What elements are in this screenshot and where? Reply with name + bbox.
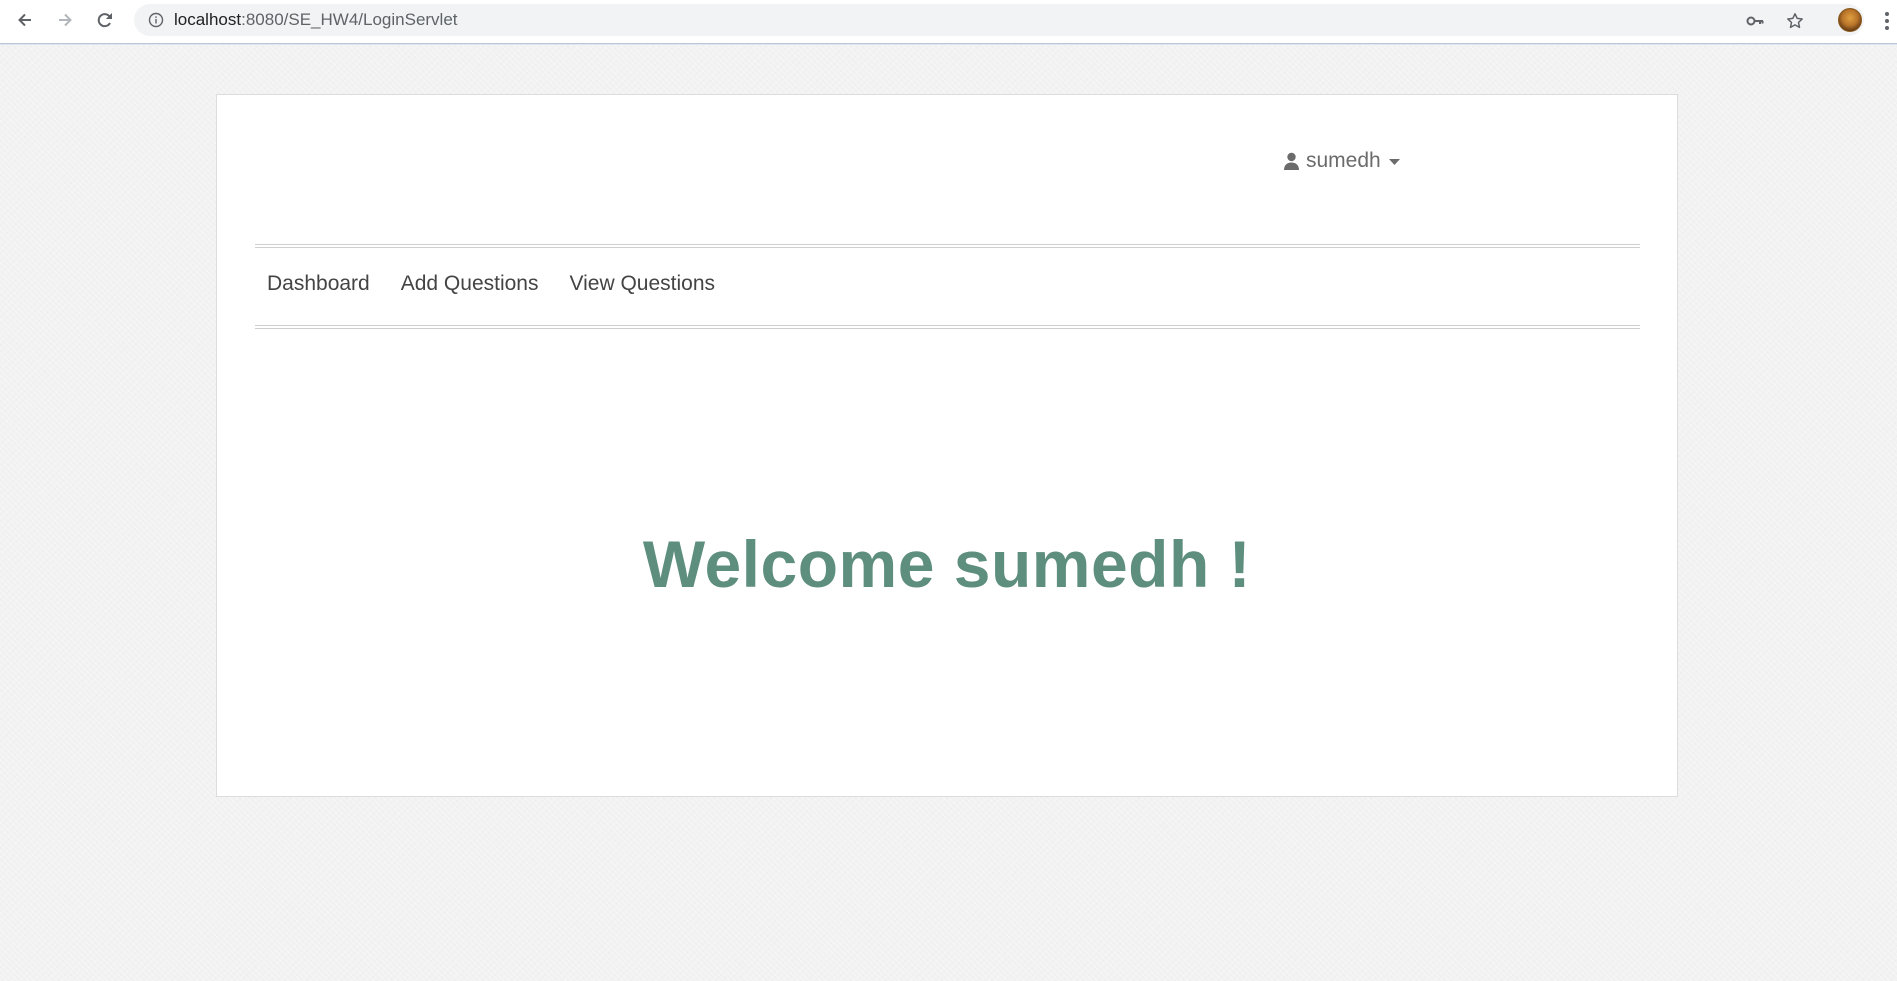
username-label: sumedh: [1306, 149, 1381, 172]
url-host: localhost: [174, 10, 242, 29]
nav-top-divider-inner: [255, 247, 1640, 248]
back-button[interactable]: [9, 4, 41, 36]
user-icon: [1284, 152, 1299, 170]
forward-arrow-icon: [59, 13, 72, 27]
more-vert-icon[interactable]: [1884, 10, 1890, 32]
nav-bottom-divider: [255, 325, 1640, 326]
nav-top-divider: [255, 244, 1640, 245]
nav-item-view-questions[interactable]: View Questions: [570, 272, 716, 296]
star-icon[interactable]: [1786, 12, 1804, 30]
nav-bottom-divider-inner: [255, 328, 1640, 329]
welcome-heading: Welcome sumedh !: [642, 527, 1252, 601]
url-text[interactable]: localhost:8080/SE_HW4/LoginServlet: [174, 4, 458, 36]
address-bar[interactable]: localhost:8080/SE_HW4/LoginServlet: [134, 4, 1864, 36]
browser-toolbar: localhost:8080/SE_HW4/LoginServlet: [0, 0, 1897, 44]
nav-item-dashboard[interactable]: Dashboard: [267, 272, 370, 296]
nav-item-add-questions[interactable]: Add Questions: [401, 272, 539, 296]
forward-button[interactable]: [49, 4, 81, 36]
reload-icon: [97, 13, 112, 28]
key-icon[interactable]: [1746, 12, 1764, 30]
caret-down-icon: [1388, 159, 1400, 165]
user-menu-toggle[interactable]: sumedh: [1283, 146, 1400, 176]
main-nav: Dashboard Add Questions View Questions: [267, 272, 715, 296]
back-arrow-icon: [18, 13, 31, 27]
url-path: :8080/SE_HW4/LoginServlet: [241, 10, 458, 29]
profile-avatar[interactable]: [1838, 8, 1862, 32]
content-card: [216, 94, 1678, 797]
reload-button[interactable]: [89, 4, 121, 36]
info-icon[interactable]: [148, 12, 164, 28]
